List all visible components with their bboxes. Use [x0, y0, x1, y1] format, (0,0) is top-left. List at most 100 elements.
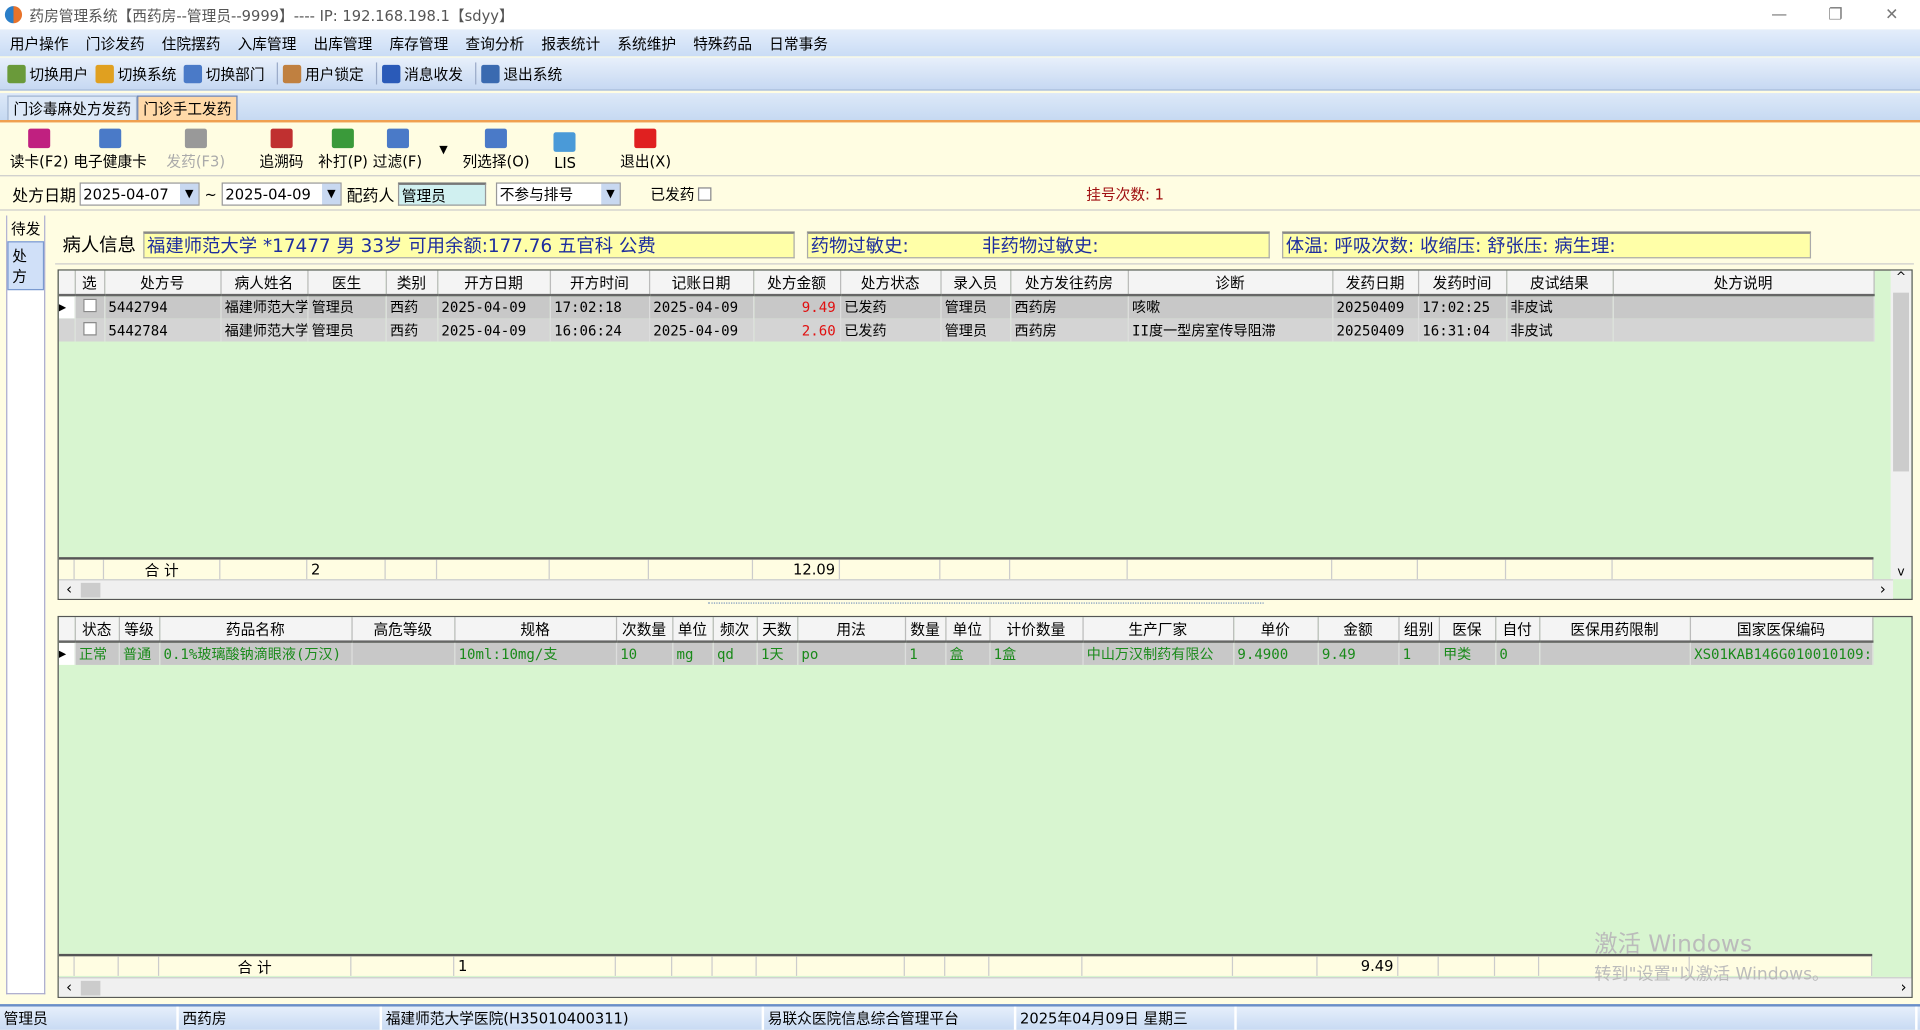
column-header[interactable]: 天数	[756, 617, 798, 643]
minimize-button[interactable]: —	[1751, 0, 1807, 29]
action-button[interactable]: 退出(X)	[620, 128, 671, 176]
tab[interactable]: 门诊手工发药	[137, 95, 238, 121]
column-header[interactable]: 国家医保编码	[1689, 617, 1873, 643]
column-header[interactable]: 单位	[945, 617, 991, 643]
queue-select[interactable]: 不参与排号 ▼	[496, 182, 621, 206]
column-header[interactable]: 金额	[1317, 617, 1399, 643]
date-from-picker[interactable]: 2025-04-07 ▼	[79, 182, 200, 206]
splitter-handle[interactable]	[707, 602, 1264, 612]
column-header[interactable]: 发药日期	[1332, 270, 1419, 297]
column-header[interactable]: 病人姓名	[220, 270, 308, 297]
column-header[interactable]: 状态	[74, 617, 120, 643]
column-header[interactable]: 诊断	[1127, 270, 1333, 297]
dispenser-input[interactable]: 管理员	[398, 182, 487, 206]
checkbox[interactable]	[82, 298, 97, 313]
column-header[interactable]: 组别	[1398, 617, 1440, 643]
action-button[interactable]: LIS	[554, 132, 577, 175]
column-header[interactable]: 医保用药限制	[1539, 617, 1691, 643]
menu-item[interactable]: 查询分析	[456, 32, 532, 53]
column-header[interactable]: 数量	[904, 617, 946, 643]
menu-item[interactable]: 用户操作	[0, 32, 76, 53]
toolbar-button[interactable]: 切换系统	[95, 63, 176, 84]
column-header[interactable]: 计价数量	[989, 617, 1084, 643]
select-checkbox[interactable]	[74, 295, 105, 319]
toolbar-button[interactable]: 消息收发	[382, 63, 463, 84]
vertical-scrollbar[interactable]: ^ v	[1890, 270, 1912, 580]
menu-item[interactable]: 入库管理	[228, 32, 304, 53]
column-header[interactable]: 类别	[385, 270, 438, 297]
column-header[interactable]: 频次	[712, 617, 758, 643]
table-row[interactable]: ▶ 正常 普通 0.1%玻璃酸钠滴眼液(万汉) 10ml:10mg/支 10 mg qd 1天 p…	[58, 641, 1873, 665]
left-tab-pending[interactable]: 待发	[7, 215, 45, 242]
column-header[interactable]: 单位	[672, 617, 714, 643]
table-row[interactable]: 5442784 福建师范大学 管理员 西药 2025-04-09 16:06:24 2025…	[58, 318, 1875, 342]
chevron-down-icon[interactable]: ▼	[601, 183, 620, 205]
column-header[interactable]: 生产厂家	[1082, 617, 1234, 643]
column-header[interactable]: 药品名称	[159, 617, 353, 643]
column-header[interactable]: 选	[74, 270, 105, 297]
action-button[interactable]: 过滤(F)	[373, 128, 422, 176]
menu-item[interactable]: 库存管理	[380, 32, 456, 53]
table-cell: 正常	[74, 641, 120, 665]
barcode-icon	[270, 128, 293, 149]
column-header[interactable]: 单价	[1233, 617, 1319, 643]
column-header[interactable]: 医生	[307, 270, 387, 297]
date-to-picker[interactable]: 2025-04-09 ▼	[221, 182, 342, 206]
menu-item[interactable]: 日常事务	[759, 32, 835, 53]
left-panel: 待发 处方	[6, 215, 46, 995]
table-cell: 西药	[385, 295, 438, 319]
column-header[interactable]: 皮试结果	[1506, 270, 1614, 297]
action-button[interactable]: 发药(F3)	[166, 128, 225, 176]
dropdown-arrow-icon[interactable]: ▼	[439, 144, 447, 156]
menu-item[interactable]: 系统维护	[608, 32, 684, 53]
menu-item[interactable]: 门诊发药	[76, 32, 152, 53]
column-header[interactable]: 处方发往药房	[1010, 270, 1129, 297]
menu-item[interactable]: 特殊药品	[683, 32, 759, 53]
horizontal-scrollbar[interactable]: ‹ ›	[58, 579, 1894, 599]
menu-item[interactable]: 住院摆药	[152, 32, 228, 53]
chevron-down-icon[interactable]: ▼	[180, 183, 199, 205]
column-header[interactable]: 用法	[797, 617, 906, 643]
menu-item[interactable]: 报表统计	[532, 32, 608, 53]
toolbar-button[interactable]: 用户锁定	[282, 63, 364, 84]
action-button[interactable]: 读卡(F2)	[10, 128, 68, 176]
toolbar-button[interactable]: 切换用户	[7, 63, 88, 84]
column-header[interactable]: 发药时间	[1417, 270, 1507, 297]
menu-item[interactable]: 出库管理	[304, 32, 380, 53]
maximize-button[interactable]: ❐	[1807, 0, 1863, 29]
action-label: LIS	[554, 154, 576, 172]
toolbar-button[interactable]: 切换部门	[183, 63, 265, 84]
column-header[interactable]: 等级	[118, 617, 160, 643]
toolbar-button[interactable]: 退出系统	[481, 63, 562, 84]
column-header[interactable]: 规格	[454, 617, 617, 643]
dispensed-checkbox[interactable]	[698, 187, 712, 201]
action-button[interactable]: 列选择(O)	[462, 128, 530, 176]
table-cell: 9.49	[753, 295, 841, 319]
column-header[interactable]: 处方号	[104, 270, 222, 297]
total-cell	[1613, 559, 1874, 580]
date-separator: ~	[204, 185, 217, 203]
action-button[interactable]: 追溯码	[259, 128, 303, 176]
column-header[interactable]: 开方日期	[437, 270, 551, 297]
column-header[interactable]: 自付	[1495, 617, 1540, 643]
left-tab-prescription[interactable]: 处方	[7, 241, 45, 291]
table-row[interactable]: ▶ 5442794 福建师范大学 管理员 西药 2025-04-09 17:02:18 202…	[58, 295, 1875, 319]
select-checkbox[interactable]	[74, 318, 105, 342]
column-header[interactable]: 处方说明	[1612, 270, 1875, 297]
column-header[interactable]: 处方状态	[840, 270, 942, 297]
total-cell	[1506, 559, 1613, 580]
column-header[interactable]: 记账日期	[648, 270, 754, 297]
tab[interactable]: 门诊毒麻处方发药	[7, 95, 138, 121]
action-label: 电子健康卡	[73, 153, 147, 171]
column-header[interactable]: 医保	[1438, 617, 1496, 643]
column-header[interactable]: 处方金额	[753, 270, 841, 297]
column-header[interactable]: 高危等级	[351, 617, 455, 643]
chevron-down-icon[interactable]: ▼	[322, 183, 341, 205]
close-button[interactable]: ✕	[1864, 0, 1920, 29]
column-header[interactable]: 开方时间	[549, 270, 650, 297]
column-header[interactable]: 次数量	[615, 617, 673, 643]
checkbox[interactable]	[82, 321, 97, 335]
action-button[interactable]: 补打(P)	[318, 128, 368, 176]
column-header[interactable]: 录入员	[940, 270, 1011, 297]
action-button[interactable]: 电子健康卡	[73, 128, 147, 176]
